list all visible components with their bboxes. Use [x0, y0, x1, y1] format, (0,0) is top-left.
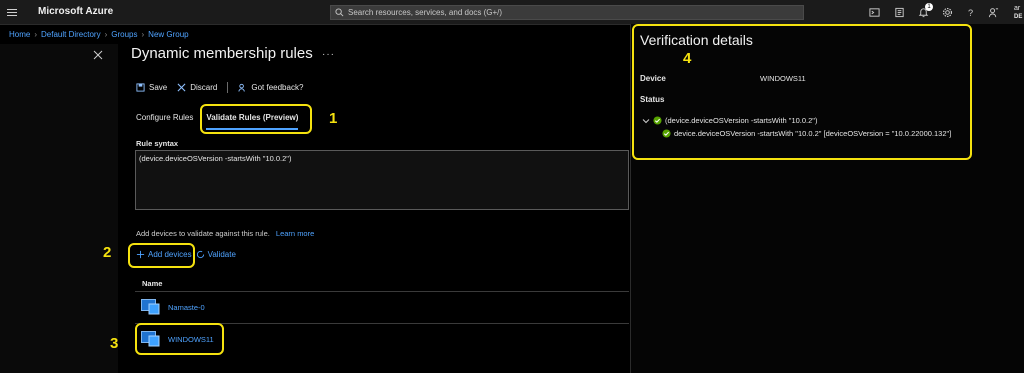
page-title: Dynamic membership rules	[131, 45, 313, 62]
feedback-button[interactable]: Got feedback?	[238, 83, 303, 92]
breadcrumb-new-group[interactable]: New Group	[148, 30, 188, 39]
annotation-number-4: 4	[683, 50, 692, 67]
portal-menu-button[interactable]	[0, 0, 23, 25]
device-icon	[141, 299, 160, 315]
validate-label: Validate	[207, 250, 236, 259]
chevron-right-icon: ›	[34, 30, 38, 39]
notifications-icon[interactable]: 1	[916, 3, 933, 19]
cloud-shell-icon[interactable]	[867, 6, 881, 19]
feedback-icon	[238, 83, 246, 92]
save-icon	[136, 83, 145, 92]
annotation-highlight-validate-tab	[200, 104, 312, 134]
table-row[interactable]: Namaste-0	[135, 291, 629, 322]
directory-filter-icon[interactable]	[892, 6, 906, 19]
breadcrumb-default-directory[interactable]: Default Directory	[41, 30, 101, 39]
svg-text:?: ?	[967, 8, 972, 18]
annotation-highlight-verification	[632, 24, 972, 160]
left-pane	[0, 44, 118, 373]
search-icon	[335, 8, 344, 17]
settings-icon[interactable]	[940, 6, 954, 19]
chevron-right-icon: ›	[141, 30, 145, 39]
chevron-right-icon: ›	[104, 30, 108, 39]
account-directory: DE	[1014, 14, 1023, 20]
device-name-link[interactable]: Namaste-0	[168, 303, 205, 312]
save-button[interactable]: Save	[136, 83, 167, 92]
more-options-button[interactable]: ···	[322, 49, 335, 60]
global-search[interactable]	[330, 5, 804, 20]
help-icon[interactable]: ?	[963, 6, 977, 19]
discard-label: Discard	[190, 83, 218, 92]
app-title[interactable]: Microsoft Azure	[38, 6, 113, 17]
annotation-highlight-add-devices	[128, 243, 195, 268]
annotation-number-1: 1	[329, 110, 338, 127]
divider	[227, 82, 229, 93]
close-icon[interactable]	[93, 50, 103, 60]
close-icon	[177, 83, 186, 92]
rule-syntax-label: Rule syntax	[136, 139, 179, 148]
top-bar: Microsoft Azure 1 ? ar DE	[0, 0, 1024, 25]
breadcrumb: Home › Default Directory › Groups › New …	[9, 30, 189, 39]
search-input[interactable]	[348, 8, 788, 17]
notification-badge: 1	[925, 3, 933, 11]
refresh-icon	[196, 250, 204, 259]
table-header-name[interactable]: Name	[142, 279, 162, 288]
feedback-icon[interactable]	[986, 6, 1000, 19]
annotation-highlight-windows11	[135, 323, 224, 355]
learn-more-link[interactable]: Learn more	[276, 229, 314, 238]
menu-line	[6, 12, 17, 13]
validate-button[interactable]: Validate	[196, 250, 236, 259]
save-label: Save	[149, 83, 168, 92]
breadcrumb-groups[interactable]: Groups	[111, 30, 137, 39]
breadcrumb-home[interactable]: Home	[9, 30, 30, 39]
account-menu[interactable]: ar DE	[1014, 5, 1022, 21]
rule-syntax-field[interactable]	[135, 150, 629, 210]
account-name: ar	[1014, 5, 1021, 12]
discard-button[interactable]: Discard	[177, 83, 217, 92]
add-devices-text: Add devices to validate against this rul…	[136, 229, 270, 238]
tab-configure-rules[interactable]: Configure Rules	[136, 113, 193, 130]
menu-line	[6, 9, 17, 10]
menu-line	[6, 15, 17, 16]
feedback-label: Got feedback?	[251, 83, 304, 92]
add-devices-description: Add devices to validate against this rul…	[136, 229, 314, 238]
command-bar: Save Discard Got feedback?	[136, 82, 313, 93]
annotation-number-2: 2	[103, 244, 112, 261]
annotation-number-3: 3	[110, 335, 119, 352]
